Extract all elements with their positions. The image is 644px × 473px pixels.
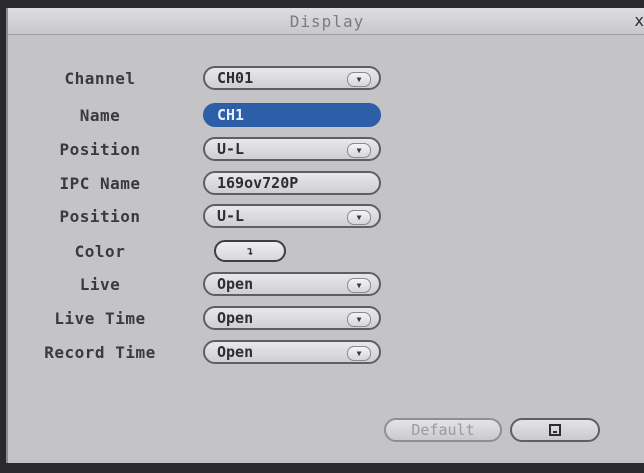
live-select[interactable]: Open ▼ [203,272,381,296]
record-time-label: Record Time [44,343,156,362]
live-value: Open [217,275,254,293]
channel-select[interactable]: CH01 ▼ [203,66,381,90]
default-button[interactable]: Default [384,418,502,442]
position-label: Position [59,140,141,159]
record-time-row: Record Time Open ▼ [0,340,638,366]
record-time-select[interactable]: Open ▼ [203,340,381,364]
ipc-name-label: IPC Name [59,174,141,193]
ipc-position-select[interactable]: U-L ▼ [203,204,381,228]
ipc-name-value: 169ov720P [217,174,299,192]
name-input[interactable]: CH1 [203,103,381,127]
position-row: Position U-L ▼ [0,137,638,163]
live-label: Live [79,275,121,294]
channel-label: Channel [64,69,136,88]
channel-row: Channel CH01 ▼ [0,66,638,92]
live-row: Live Open ▼ [0,272,638,298]
close-button[interactable]: x [634,11,644,30]
save-icon [549,424,561,436]
position-value: U-L [217,140,245,158]
position-select[interactable]: U-L ▼ [203,137,381,161]
save-button[interactable] [510,418,600,442]
chevron-down-icon[interactable]: ▼ [347,210,371,225]
name-row: Name CH1 [0,103,638,129]
chevron-down-icon[interactable]: ▼ [347,346,371,361]
title-bar: Display x [8,8,644,35]
live-time-label: Live Time [54,309,146,328]
color-label: Color [74,242,126,261]
name-label: Name [79,106,121,125]
dialog-title: Display [289,12,365,31]
ipc-position-value: U-L [217,207,245,225]
ipc-position-row: Position U-L ▼ [0,204,638,230]
name-value: CH1 [217,106,245,124]
channel-value: CH01 [217,69,254,87]
live-time-select[interactable]: Open ▼ [203,306,381,330]
color-button[interactable]: ↴ [214,240,286,262]
record-time-value: Open [217,343,254,361]
chevron-down-icon[interactable]: ▼ [347,278,371,293]
live-time-value: Open [217,309,254,327]
color-row: Color ↴ [0,239,638,265]
chevron-down-icon[interactable]: ▼ [347,72,371,87]
ipc-name-input[interactable]: 169ov720P [203,171,381,195]
chevron-down-icon[interactable]: ▼ [347,143,371,158]
ipc-name-row: IPC Name 169ov720P [0,171,638,197]
chevron-down-icon[interactable]: ▼ [347,312,371,327]
live-time-row: Live Time Open ▼ [0,306,638,332]
ipc-position-label: Position [59,207,141,226]
